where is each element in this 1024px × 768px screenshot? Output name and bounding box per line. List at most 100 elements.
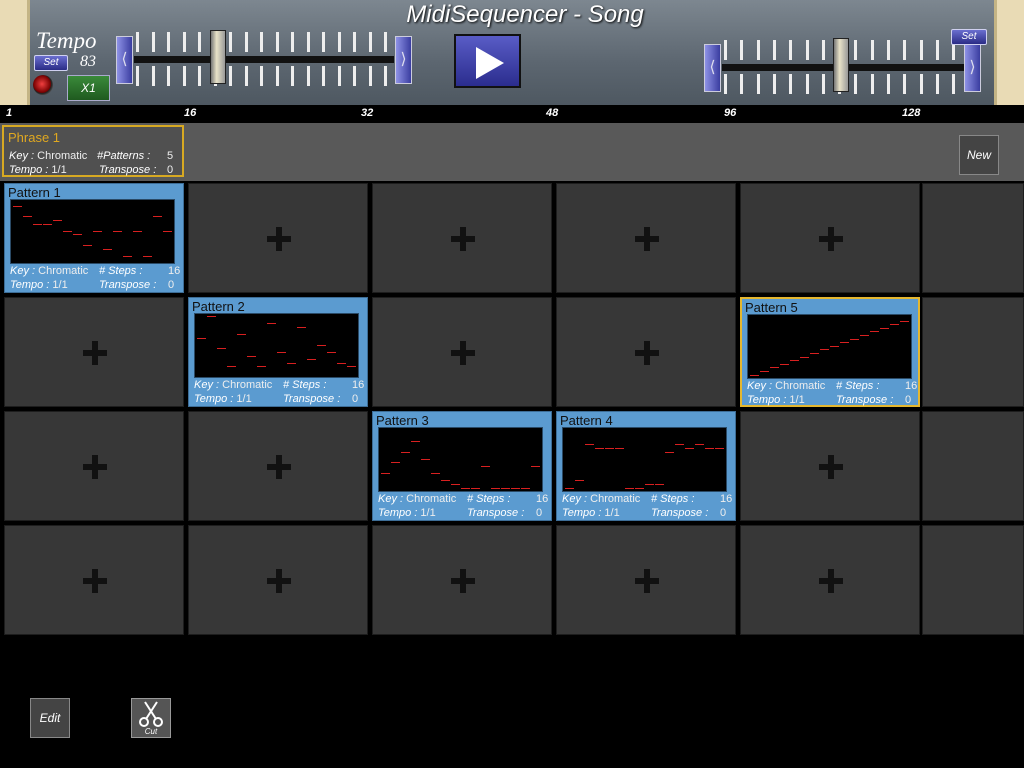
- note-mark: [531, 466, 540, 467]
- note-mark: [705, 448, 714, 449]
- note-mark: [715, 448, 724, 449]
- tempo-label: Tempo: [36, 28, 97, 53]
- note-mark: [237, 334, 246, 335]
- tempo-value: 83: [80, 53, 96, 70]
- tempo-slider-right-arrow[interactable]: ⟩: [395, 36, 412, 84]
- tempo-slider-left-arrow[interactable]: ⟨: [116, 36, 133, 84]
- empty-slot[interactable]: [4, 525, 184, 635]
- ruler-label: 32: [361, 107, 374, 119]
- empty-slot[interactable]: [188, 183, 368, 293]
- position-slider-right-arrow[interactable]: ⟩: [964, 44, 981, 92]
- note-mark: [411, 440, 420, 442]
- pattern-grid: Pattern 1 Key : Chromatic # Steps : 16 Tempo…: [0, 181, 1024, 637]
- note-mark: [625, 487, 634, 489]
- pattern-card[interactable]: Pattern 5 Key : Chromatic # Steps : 16 Tempo…: [740, 297, 920, 407]
- pattern-tempo: 1/1: [604, 507, 620, 519]
- note-mark: [207, 316, 216, 317]
- pattern-key-label: Key :: [194, 379, 220, 391]
- note-mark: [890, 324, 899, 326]
- note-mark: [850, 338, 859, 340]
- note-mark: [491, 487, 500, 489]
- note-mark: [83, 245, 92, 247]
- pattern-key: Chromatic: [38, 265, 89, 277]
- empty-slot[interactable]: [372, 183, 552, 293]
- phrase-patterns-label: #Patterns :: [97, 150, 151, 162]
- pattern-card[interactable]: Pattern 3 Key : Chromatic # Steps : 16 Tempo…: [372, 411, 552, 521]
- pattern-card[interactable]: Pattern 1 Key : Chromatic # Steps : 16 Tempo…: [4, 183, 184, 293]
- pattern-title: Pattern 3: [376, 413, 429, 428]
- empty-slot[interactable]: [188, 525, 368, 635]
- note-mark: [277, 352, 286, 353]
- pattern-tempo-label: Tempo :: [194, 393, 234, 405]
- phrase-card[interactable]: Phrase 1 Key : Chromatic #Patterns : 5 T…: [2, 125, 184, 177]
- tempo-slider[interactable]: ⟨ ⟩: [116, 30, 412, 92]
- note-mark: [790, 360, 799, 362]
- note-mark: [197, 337, 206, 339]
- phrase-title: Phrase 1: [8, 130, 61, 145]
- note-mark: [287, 362, 296, 364]
- empty-slot[interactable]: [372, 297, 552, 407]
- tempo-set-button[interactable]: Set: [34, 55, 68, 71]
- note-mark: [471, 487, 480, 489]
- record-led-icon[interactable]: [33, 75, 53, 95]
- add-pattern-icon: [635, 341, 659, 365]
- pattern-steps: 16: [720, 493, 733, 505]
- multiplier-button[interactable]: X1: [67, 75, 110, 101]
- note-mark: [103, 248, 112, 250]
- add-pattern-icon: [451, 569, 475, 593]
- empty-slot[interactable]: [4, 297, 184, 407]
- note-mark: [810, 353, 819, 354]
- pattern-tempo: 1/1: [420, 507, 436, 519]
- note-mark: [163, 230, 172, 232]
- phrase-key: Chromatic: [37, 150, 88, 162]
- empty-slot[interactable]: [4, 411, 184, 521]
- add-pattern-icon: [819, 455, 843, 479]
- tempo-slider-thumb[interactable]: [210, 30, 226, 84]
- phrase-key-label: Key :: [9, 150, 35, 162]
- note-mark: [770, 367, 779, 369]
- empty-slot[interactable]: [372, 525, 552, 635]
- pattern-card[interactable]: Pattern 4 Key : Chromatic # Steps : 16 Tempo…: [556, 411, 736, 521]
- cut-button[interactable]: Cut: [131, 698, 171, 738]
- empty-slot[interactable]: [556, 297, 736, 407]
- empty-slot[interactable]: [740, 411, 920, 521]
- note-mark: [665, 451, 674, 453]
- pattern-preview: [194, 313, 359, 378]
- edit-button[interactable]: Edit: [30, 698, 70, 738]
- ruler-label: 128: [902, 107, 921, 119]
- position-slider-thumb[interactable]: [833, 38, 849, 92]
- pattern-preview: [10, 199, 175, 264]
- pattern-transpose-label: Transpose :: [283, 393, 341, 405]
- ruler-label: 48: [546, 107, 559, 119]
- note-mark: [830, 345, 839, 347]
- add-pattern-icon: [267, 569, 291, 593]
- empty-slot[interactable]: [556, 525, 736, 635]
- play-icon: [476, 47, 504, 79]
- phrase-transpose: 0: [167, 164, 174, 176]
- grid-overflow-column: [922, 297, 1024, 407]
- empty-slot[interactable]: [740, 183, 920, 293]
- note-mark: [575, 480, 584, 482]
- pattern-steps-label: # Steps :: [467, 493, 511, 505]
- empty-slot[interactable]: [556, 183, 736, 293]
- pattern-card[interactable]: Pattern 2 Key : Chromatic # Steps : 16 Tempo…: [188, 297, 368, 407]
- note-mark: [381, 473, 390, 475]
- empty-slot[interactable]: [188, 411, 368, 521]
- position-slider[interactable]: ⟨ ⟩: [704, 38, 982, 100]
- empty-slot[interactable]: [740, 525, 920, 635]
- note-mark: [347, 366, 356, 368]
- note-mark: [685, 448, 694, 449]
- position-slider-left-arrow[interactable]: ⟨: [704, 44, 721, 92]
- note-mark: [635, 487, 644, 489]
- position-set-button[interactable]: Set: [951, 29, 987, 45]
- note-mark: [870, 331, 879, 333]
- pattern-transpose-label: Transpose :: [467, 507, 525, 519]
- new-phrase-button[interactable]: New: [959, 135, 999, 175]
- add-pattern-icon: [83, 569, 107, 593]
- add-pattern-icon: [267, 455, 291, 479]
- pattern-steps-label: # Steps :: [651, 493, 695, 505]
- cut-label: Cut: [144, 727, 158, 736]
- pattern-transpose: 0: [352, 393, 359, 405]
- play-button[interactable]: [454, 34, 521, 88]
- note-mark: [511, 487, 520, 489]
